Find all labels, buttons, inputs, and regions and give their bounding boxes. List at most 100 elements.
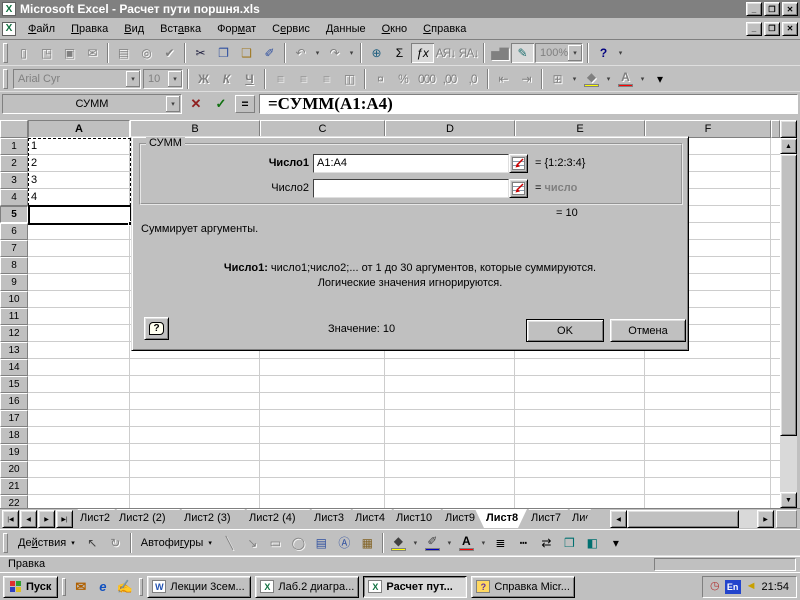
percent-style-button[interactable]: %	[392, 69, 415, 89]
zoom-combo[interactable]: 100% ▾	[535, 42, 583, 63]
horizontal-scroll-thumb[interactable]	[627, 510, 739, 528]
show-desktop-icon[interactable]: ✍	[114, 577, 135, 597]
shadow-button[interactable]: ❒	[558, 533, 581, 553]
copy-button[interactable]: ❐	[212, 43, 235, 63]
draw-fill-color-dropdown[interactable]: ▾	[410, 533, 421, 553]
draw-font-color-dropdown[interactable]: ▾	[478, 533, 489, 553]
menu-item-file[interactable]: Файл	[20, 20, 63, 38]
autosum-button[interactable]: Σ	[388, 43, 411, 63]
sheet-tab-7[interactable]: Лист10	[385, 509, 441, 528]
free-rotate-button[interactable]: ↻	[104, 533, 127, 553]
borders-dropdown[interactable]: ▾	[569, 69, 580, 89]
dash-style-button[interactable]: ┅	[512, 533, 535, 553]
row-header-21[interactable]: 21	[0, 478, 28, 495]
cancel-button[interactable]: Отмена	[610, 319, 686, 342]
spelling-button[interactable]: ✔	[158, 43, 181, 63]
draw-fill-color-button[interactable]: ◆	[387, 533, 410, 553]
sheet-tab-8[interactable]: Лист9	[434, 509, 482, 528]
undo-dropdown[interactable]: ▾	[312, 43, 323, 63]
active-cell[interactable]	[28, 205, 133, 226]
name-box-dropdown-icon[interactable]: ▾	[166, 96, 180, 112]
tab-nav-button-1[interactable]: ◀	[20, 510, 37, 528]
taskbar-button-2[interactable]: X Лаб.2 диагра...	[255, 575, 360, 598]
stdbar-drag-handle[interactable]	[3, 42, 8, 63]
formula-input[interactable]: =СУММ(A1:A4)	[259, 94, 798, 114]
arrow-style-button[interactable]: ⇄	[535, 533, 558, 553]
close-button[interactable]: ✕	[782, 2, 798, 16]
vertical-scrollbar[interactable]: ▲ ▼	[780, 138, 797, 508]
font-size-dropdown-icon[interactable]: ▾	[168, 70, 182, 87]
row-header-14[interactable]: 14	[0, 359, 28, 376]
insert-hyperlink-button[interactable]: ⊕	[365, 43, 388, 63]
format-painter-button[interactable]: ✐	[258, 43, 281, 63]
cancel-formula-button[interactable]: ✕	[185, 95, 207, 113]
menu-item-insert[interactable]: Вставка	[152, 20, 209, 38]
line-style-button[interactable]: ≣	[489, 533, 512, 553]
font-color-button[interactable]: А	[614, 69, 637, 89]
help-dropdown[interactable]: ▾	[615, 43, 626, 63]
tab-nav-button-0[interactable]: |◀	[2, 510, 19, 528]
italic-button[interactable]: К	[215, 69, 238, 89]
zoom-dropdown-icon[interactable]: ▾	[568, 44, 582, 61]
print-preview-button[interactable]: ◎	[135, 43, 158, 63]
dialog-help-button[interactable]: ?	[144, 317, 169, 340]
row-header-5[interactable]: 5	[0, 206, 28, 223]
row-header-10[interactable]: 10	[0, 291, 28, 308]
doc-close-button[interactable]: ✕	[782, 21, 798, 36]
arrow-button[interactable]: ↘	[241, 533, 264, 553]
sheet-tab-3[interactable]: Лист2 (3)	[173, 509, 245, 528]
cell-A4[interactable]: 4	[31, 191, 37, 203]
menu-item-help[interactable]: Справка	[415, 20, 474, 38]
print-button[interactable]: ▤	[112, 43, 135, 63]
number1-input[interactable]	[313, 153, 509, 173]
rectangle-button[interactable]: ▭	[264, 533, 287, 553]
sheet-tab-5[interactable]: Лист3	[303, 509, 351, 528]
3d-button[interactable]: ◧	[581, 533, 604, 553]
minimize-button[interactable]: _	[746, 2, 762, 16]
wordart-button[interactable]: Ⓐ	[333, 533, 356, 553]
help-button[interactable]: ?	[592, 43, 615, 63]
row-header-17[interactable]: 17	[0, 410, 28, 427]
internet-explorer-icon[interactable]: e	[92, 577, 113, 597]
volume-icon[interactable]: ◄	[746, 581, 757, 592]
tab-hscroll-right-button[interactable]: ▶	[757, 510, 774, 528]
row-header-15[interactable]: 15	[0, 376, 28, 393]
draw-more-button[interactable]: ▾	[604, 533, 627, 553]
draw-actions-menu[interactable]: Действия ▾	[12, 533, 81, 553]
row-header-16[interactable]: 16	[0, 393, 28, 410]
ok-button[interactable]: OK	[526, 319, 604, 342]
row-header-22[interactable]: 22	[0, 495, 28, 508]
sheet-tab-1[interactable]: Лист2	[76, 509, 115, 528]
font-size-combo[interactable]: 10 ▾	[143, 68, 183, 89]
sheet-tab-10[interactable]: Лист7	[520, 509, 568, 528]
row-header-13[interactable]: 13	[0, 342, 28, 359]
new-document-button[interactable]: ▯	[12, 43, 35, 63]
row-header-11[interactable]: 11	[0, 308, 28, 325]
save-button[interactable]: ▣	[58, 43, 81, 63]
font-color-dropdown[interactable]: ▾	[637, 69, 648, 89]
number2-input[interactable]	[313, 178, 509, 198]
align-left-button[interactable]: ≡	[269, 69, 292, 89]
decrease-indent-button[interactable]: ⇤	[492, 69, 515, 89]
mail-recipient-button[interactable]: ✉	[81, 43, 104, 63]
open-folder-button[interactable]: ◳	[35, 43, 58, 63]
menu-item-view[interactable]: Вид	[116, 20, 152, 38]
merge-center-button[interactable]: ◫	[338, 69, 361, 89]
undo-button[interactable]: ↶	[289, 43, 312, 63]
align-center-button[interactable]: ≡	[292, 69, 315, 89]
row-header-12[interactable]: 12	[0, 325, 28, 342]
name-box[interactable]: СУММ ▾	[2, 94, 182, 114]
row-header-19[interactable]: 19	[0, 444, 28, 461]
collapse-dialog-button-2[interactable]	[509, 178, 528, 198]
bold-button[interactable]: Ж	[192, 69, 215, 89]
cell-A3[interactable]: 3	[31, 174, 37, 186]
drawbar-drag-handle[interactable]	[3, 532, 8, 553]
sort-descending-button[interactable]: ЯА↓	[457, 43, 480, 63]
horizontal-scrollbar[interactable]	[627, 510, 757, 528]
tab-hscroll-left-button[interactable]: ◀	[610, 510, 627, 528]
fill-color-button[interactable]: ◆	[580, 69, 603, 89]
currency-style-button[interactable]: ¤	[369, 69, 392, 89]
row-header-3[interactable]: 3	[0, 172, 28, 189]
draw-line-color-dropdown[interactable]: ▾	[444, 533, 455, 553]
collapse-dialog-button-1[interactable]	[509, 153, 528, 173]
